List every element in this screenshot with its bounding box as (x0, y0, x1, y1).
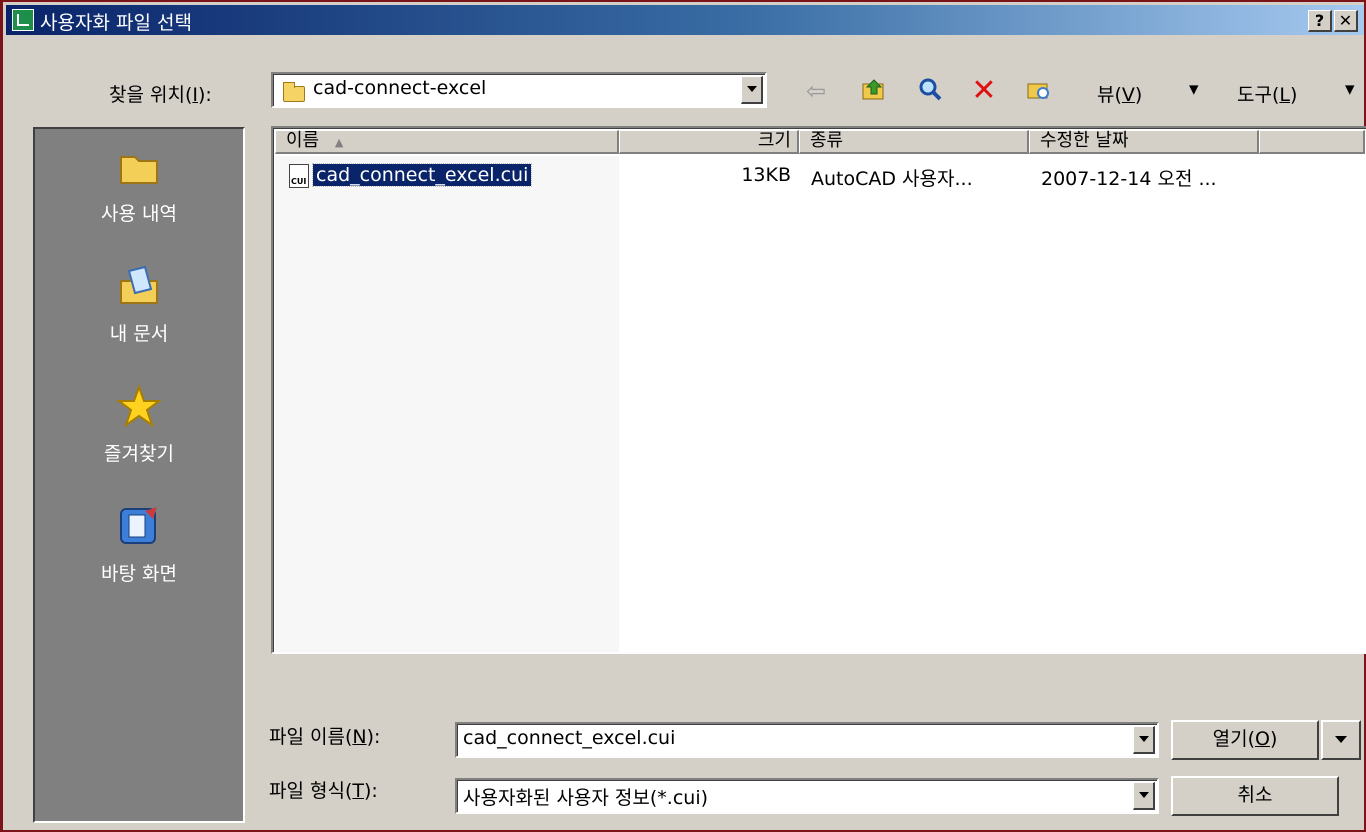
my-documents-icon (120, 265, 158, 304)
autocad-app-icon (12, 9, 34, 31)
column-header-modified[interactable]: 수정한 날짜 (1029, 130, 1259, 154)
new-folder-icon[interactable] (1023, 76, 1053, 106)
chevron-down-icon (1335, 736, 1347, 743)
place-history[interactable]: 사용 내역 (35, 137, 243, 257)
file-type-value: 사용자화된 사용자 정보(*.cui) (463, 787, 709, 809)
file-type-label: 파일 형식(T): (269, 780, 378, 802)
help-button[interactable]: ? (1308, 10, 1332, 32)
file-list[interactable]: 이름 ▲ 크기 종류 수정한 날짜 CUI cad_connect_excel.… (271, 126, 1366, 654)
back-arrow-icon[interactable]: ⇦ (801, 76, 831, 106)
file-name-combo[interactable]: cad_connect_excel.cui (455, 722, 1159, 758)
file-name-label: 파일 이름(N): (269, 726, 381, 748)
up-folder-icon[interactable] (859, 76, 889, 106)
name-column-background (275, 156, 619, 652)
view-menu[interactable]: 뷰(V) (1097, 80, 1142, 107)
place-label: 즐겨찾기 (104, 443, 174, 465)
desktop-icon (120, 507, 157, 544)
look-in-combo[interactable]: cad-connect-excel (271, 72, 767, 108)
file-open-dialog: 사용자화 파일 선택 ? ✕ 찾을 위치(I): cad-connect-exc… (0, 0, 1366, 832)
tools-menu[interactable]: 도구(L) (1237, 80, 1297, 107)
tools-dropdown-arrow-icon[interactable]: ▾ (1345, 78, 1355, 100)
file-size-cell: 13KB (741, 164, 791, 186)
open-options-dropdown-button[interactable] (1321, 720, 1361, 760)
view-dropdown-arrow-icon[interactable]: ▾ (1189, 78, 1199, 100)
place-label: 바탕 화면 (101, 563, 177, 585)
file-name-input[interactable]: cad_connect_excel.cui (463, 727, 675, 749)
places-bar: 사용 내역 내 문서 즐겨찾기 바탕 화면 (33, 127, 245, 823)
place-label: 내 문서 (109, 323, 169, 345)
file-type-cell: AutoCAD 사용자... (811, 168, 973, 190)
file-name-cell[interactable]: cad_connect_excel.cui (311, 163, 533, 187)
file-modified-cell: 2007-12-14 오전 ... (1041, 168, 1217, 190)
look-in-value: cad-connect-excel (313, 77, 487, 99)
close-button[interactable]: ✕ (1334, 10, 1358, 32)
column-header-size[interactable]: 크기 (619, 130, 799, 154)
open-button[interactable]: 열기(O) (1171, 720, 1319, 760)
title-bar[interactable]: 사용자화 파일 선택 ? ✕ (6, 5, 1364, 35)
folder-icon (283, 82, 305, 102)
window-title: 사용자화 파일 선택 (40, 12, 192, 34)
favorites-star-icon (116, 384, 162, 428)
look-in-label: 찾을 위치(I): (109, 84, 212, 106)
file-type-combo[interactable]: 사용자화된 사용자 정보(*.cui) (455, 778, 1159, 814)
column-header-type[interactable]: 종류 (799, 130, 1029, 154)
search-web-icon[interactable] (915, 76, 945, 106)
cancel-button[interactable]: 취소 (1171, 776, 1339, 816)
history-folder-icon (120, 156, 158, 184)
column-header-name[interactable]: 이름 ▲ (275, 130, 619, 154)
place-my-documents[interactable]: 내 문서 (35, 257, 243, 377)
place-desktop[interactable]: 바탕 화면 (35, 497, 243, 617)
look-in-dropdown-button[interactable] (741, 76, 763, 104)
place-favorites[interactable]: 즐겨찾기 (35, 377, 243, 497)
column-header-blank (1259, 130, 1365, 154)
cui-file-icon: CUI (289, 164, 309, 188)
file-type-dropdown-button[interactable] (1133, 782, 1155, 810)
delete-icon[interactable]: ✕ (969, 76, 999, 106)
sort-ascending-icon: ▲ (334, 136, 344, 149)
place-label: 사용 내역 (101, 203, 177, 225)
file-name-dropdown-button[interactable] (1133, 726, 1155, 754)
